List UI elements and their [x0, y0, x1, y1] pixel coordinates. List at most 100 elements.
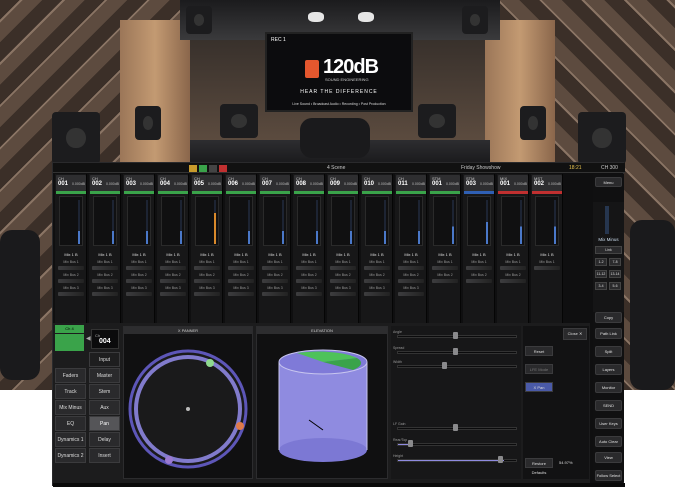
sidebar-button[interactable]: Follow Select: [595, 470, 622, 481]
send-slider[interactable]: [432, 279, 458, 283]
strip-header[interactable]: STM 001 0.000dB: [430, 175, 460, 191]
send-slider[interactable]: [432, 266, 458, 270]
menu-button[interactable]: Menu: [595, 177, 622, 187]
send-slider[interactable]: [92, 266, 118, 270]
send-slider[interactable]: [58, 292, 84, 296]
mix-key[interactable]: 7-8: [609, 258, 621, 266]
channel-color[interactable]: [55, 334, 84, 351]
mix-key[interactable]: 1-2: [595, 258, 607, 266]
send-slider[interactable]: [398, 279, 424, 283]
lfe-mode-button[interactable]: LFE Mode: [525, 364, 553, 374]
send-slider[interactable]: [466, 266, 492, 270]
function-button[interactable]: Pan: [89, 416, 120, 431]
mix-key[interactable]: 3-4: [595, 282, 607, 290]
param-knob[interactable]: [497, 456, 503, 463]
strip-header[interactable]: CH 003 0.000dB: [124, 175, 154, 191]
send-slider[interactable]: [92, 279, 118, 283]
sidebar-button[interactable]: Copy: [595, 312, 622, 323]
reset-button[interactable]: Reset: [525, 346, 553, 356]
mix-key[interactable]: 13-14: [609, 270, 621, 278]
close-button[interactable]: Close ✕: [563, 328, 587, 340]
mix-key[interactable]: 5-6: [609, 282, 621, 290]
strip-header[interactable]: MST 002 0.000dB: [532, 175, 562, 191]
strip-header[interactable]: CH 009 0.000dB: [328, 175, 358, 191]
param-track[interactable]: [397, 365, 517, 368]
param-track[interactable]: [397, 443, 517, 446]
function-button[interactable]: Stem: [89, 384, 120, 399]
send-slider[interactable]: [126, 266, 152, 270]
send-slider[interactable]: [262, 292, 288, 296]
send-slider[interactable]: [228, 279, 254, 283]
strip-header[interactable]: MIX 001 0.000dB: [498, 175, 528, 191]
send-slider[interactable]: [330, 266, 356, 270]
scene-label[interactable]: 4 Scene: [327, 165, 345, 171]
send-slider[interactable]: [364, 266, 390, 270]
send-slider[interactable]: [296, 279, 322, 283]
x-pan-button[interactable]: X Pan: [525, 382, 553, 392]
function-button[interactable]: Input: [89, 352, 120, 367]
sidebar-button[interactable]: Path Link: [595, 328, 622, 339]
param-knob[interactable]: [453, 332, 458, 339]
send-slider[interactable]: [58, 266, 84, 270]
send-slider[interactable]: [364, 292, 390, 296]
send-slider[interactable]: [126, 279, 152, 283]
send-slider[interactable]: [194, 279, 220, 283]
send-slider[interactable]: [534, 266, 560, 270]
send-slider[interactable]: [500, 266, 526, 270]
sidebar-button[interactable]: User Keys: [595, 418, 622, 429]
strip-header[interactable]: CH 010 0.000dB: [362, 175, 392, 191]
sidebar-button[interactable]: View: [595, 452, 622, 463]
function-button[interactable]: Track: [55, 384, 86, 399]
function-button[interactable]: Insert: [89, 448, 120, 463]
send-slider[interactable]: [92, 292, 118, 296]
sidebar-button[interactable]: Layers: [595, 364, 622, 375]
function-button[interactable]: EQ: [55, 416, 86, 431]
function-button[interactable]: Master: [89, 368, 120, 383]
mix-key[interactable]: Link: [595, 246, 622, 254]
send-slider[interactable]: [398, 292, 424, 296]
param-knob[interactable]: [453, 348, 458, 355]
sidebar-button[interactable]: Split: [595, 346, 622, 357]
sidebar-button[interactable]: Monitor: [595, 382, 622, 393]
strip-header[interactable]: STM 003 0.000dB: [464, 175, 494, 191]
send-slider[interactable]: [228, 266, 254, 270]
send-slider[interactable]: [364, 279, 390, 283]
send-slider[interactable]: [296, 266, 322, 270]
function-button[interactable]: Dynamics 2: [55, 448, 86, 463]
send-slider[interactable]: [500, 279, 526, 283]
strip-header[interactable]: CH 008 0.000dB: [294, 175, 324, 191]
strip-header[interactable]: CH 007 0.000dB: [260, 175, 290, 191]
strip-header[interactable]: CH 005 0.000dB: [192, 175, 222, 191]
function-button[interactable]: Mix Minus: [55, 400, 86, 415]
send-slider[interactable]: [194, 292, 220, 296]
send-slider[interactable]: [466, 279, 492, 283]
strip-header[interactable]: CH 006 0.000dB: [226, 175, 256, 191]
send-slider[interactable]: [262, 266, 288, 270]
send-slider[interactable]: [126, 292, 152, 296]
mix-key[interactable]: 11-12: [595, 270, 607, 278]
elevation-panel[interactable]: ELEVATION: [256, 326, 388, 479]
send-slider[interactable]: [194, 266, 220, 270]
param-knob[interactable]: [453, 424, 458, 431]
strip-header[interactable]: CH 001 0.000dB: [56, 175, 86, 191]
param-knob[interactable]: [408, 440, 414, 447]
strip-header[interactable]: CH 002 0.000dB: [90, 175, 120, 191]
send-slider[interactable]: [330, 292, 356, 296]
send-slider[interactable]: [296, 292, 322, 296]
strip-header[interactable]: CH 011 0.000dB: [396, 175, 426, 191]
send-slider[interactable]: [58, 279, 84, 283]
send-slider[interactable]: [160, 292, 186, 296]
function-button[interactable]: Faders: [55, 368, 86, 383]
x-panner[interactable]: X PANNER: [123, 326, 253, 479]
sidebar-button[interactable]: Auto Clear: [595, 436, 622, 447]
function-button[interactable]: Delay: [89, 432, 120, 447]
send-slider[interactable]: [398, 266, 424, 270]
send-slider[interactable]: [262, 279, 288, 283]
prev-arrow-icon[interactable]: ◀: [86, 335, 91, 342]
send-slider[interactable]: [330, 279, 356, 283]
restore-defaults-button[interactable]: Restore Defaults: [525, 458, 553, 475]
function-button[interactable]: Dynamics 1: [55, 432, 86, 447]
send-slider[interactable]: [160, 279, 186, 283]
sidebar-button[interactable]: SEND: [595, 400, 622, 411]
param-knob[interactable]: [441, 362, 447, 369]
